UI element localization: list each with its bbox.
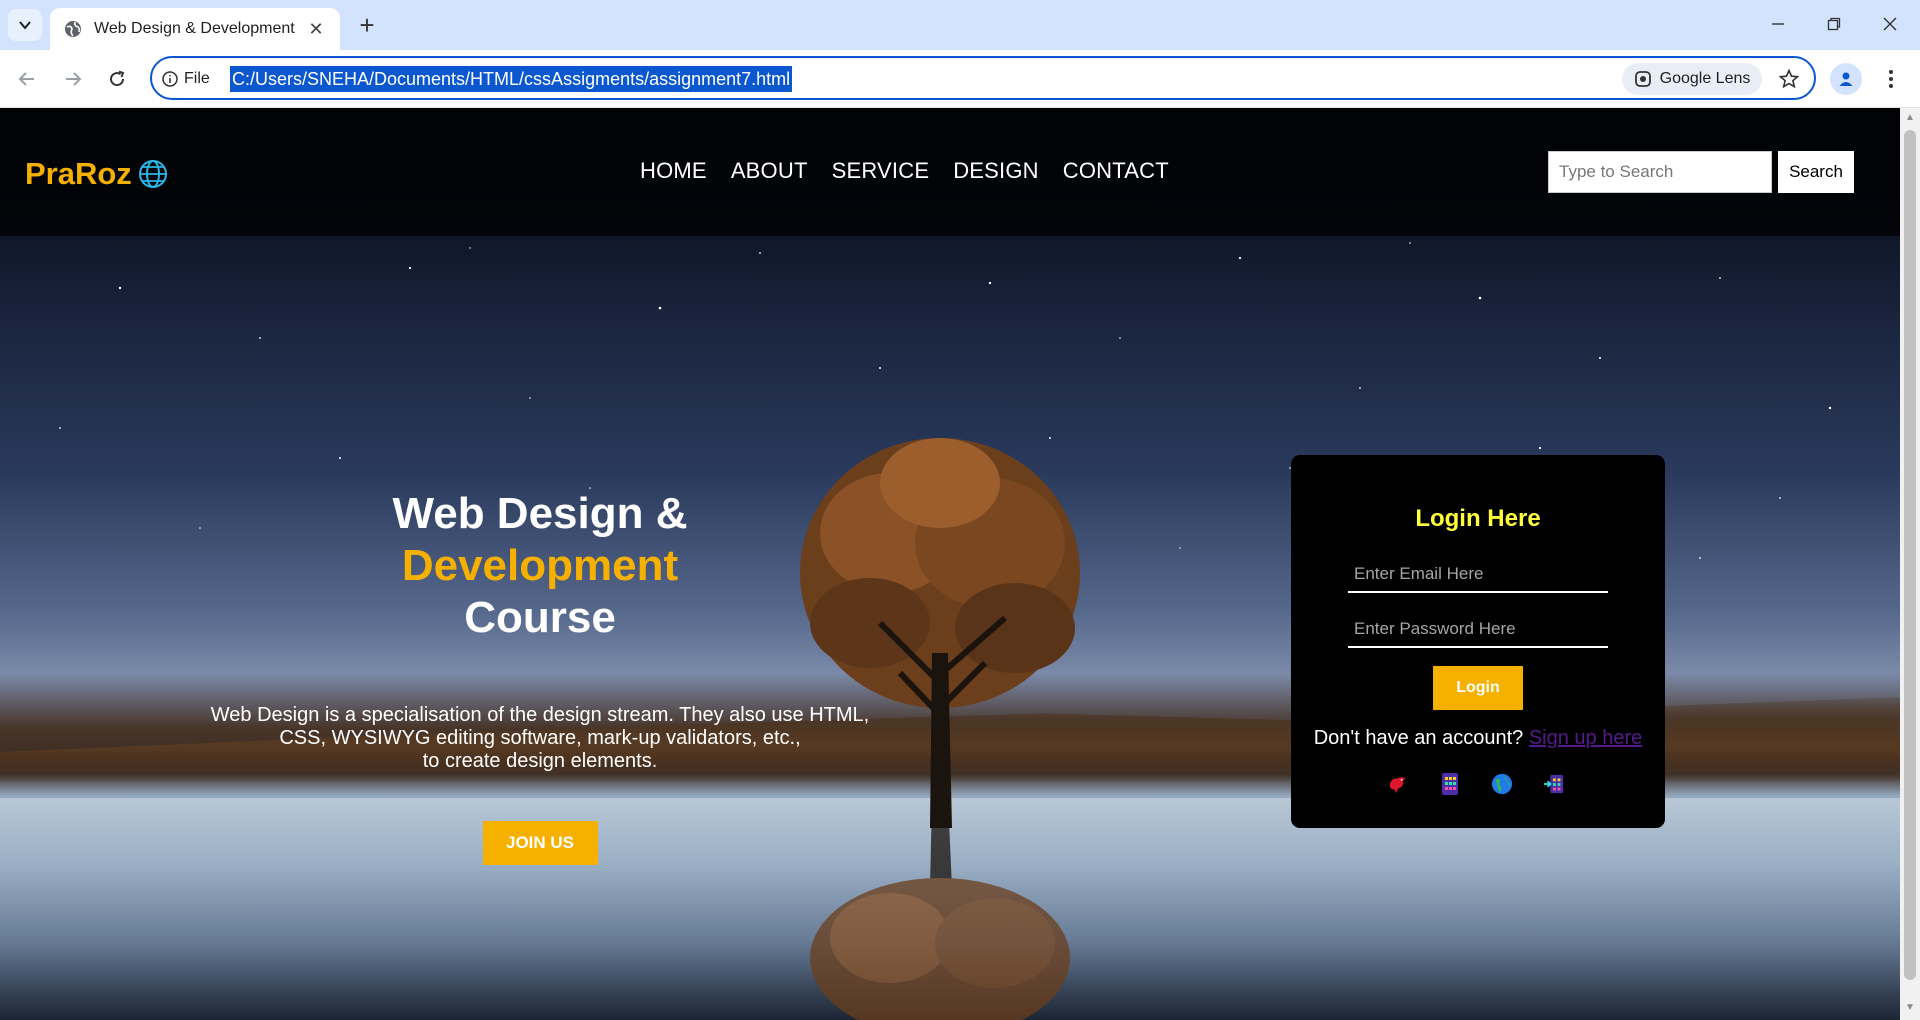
globe-icon bbox=[138, 160, 167, 188]
address-bar[interactable]: File C:/Users/SNEHA/Documents/HTML/cssAs… bbox=[150, 56, 1816, 100]
site-info-button[interactable]: File bbox=[162, 66, 210, 92]
site-search-button[interactable]: Search bbox=[1778, 151, 1854, 193]
site-search-input[interactable] bbox=[1548, 151, 1772, 193]
nav-home[interactable]: HOME bbox=[640, 158, 707, 184]
scroll-up-icon[interactable]: ▲ bbox=[1904, 112, 1916, 124]
tab-search-button[interactable] bbox=[8, 9, 42, 41]
password-field[interactable] bbox=[1348, 612, 1608, 648]
minimize-icon[interactable] bbox=[1756, 8, 1800, 40]
site-info-label: File bbox=[184, 70, 210, 87]
forward-button[interactable] bbox=[56, 62, 90, 96]
login-button[interactable]: Login bbox=[1433, 666, 1523, 710]
site-header: PraRoz HOME ABOUT SERVICE DESIGN CONTACT… bbox=[0, 108, 1900, 236]
back-button[interactable] bbox=[10, 62, 44, 96]
restore-icon[interactable] bbox=[1812, 8, 1856, 40]
hero-desc-line2: CSS, WYSIWYG editing software, mark-up v… bbox=[279, 727, 801, 749]
more-vertical-icon bbox=[1889, 70, 1893, 88]
tab-title: Web Design & Development bbox=[94, 20, 295, 37]
chevron-down-icon bbox=[19, 21, 31, 30]
nav-service[interactable]: SERVICE bbox=[832, 158, 930, 184]
google-lens-label: Google Lens bbox=[1659, 70, 1751, 87]
bookmark-button[interactable] bbox=[1774, 64, 1804, 94]
login-title: Login Here bbox=[1415, 505, 1541, 532]
profile-button[interactable] bbox=[1830, 63, 1862, 95]
lens-icon bbox=[1634, 71, 1651, 87]
signup-prompt: Don't have an account? Sign up here bbox=[1291, 727, 1665, 750]
star-icon bbox=[1779, 69, 1799, 89]
new-tab-button[interactable]: + bbox=[352, 10, 382, 40]
url-text[interactable]: C:/Users/SNEHA/Documents/HTML/cssAssigme… bbox=[230, 66, 793, 92]
hero-title-accent: Development bbox=[401, 541, 679, 590]
browser-toolbar: File C:/Users/SNEHA/Documents/HTML/cssAs… bbox=[0, 50, 1920, 108]
nav-design[interactable]: DESIGN bbox=[953, 158, 1039, 184]
close-window-icon[interactable] bbox=[1868, 8, 1912, 40]
person-icon bbox=[1839, 72, 1853, 86]
main-nav: HOME ABOUT SERVICE DESIGN CONTACT bbox=[640, 158, 1169, 184]
scroll-down-icon[interactable]: ▼ bbox=[1904, 1002, 1916, 1014]
logo-text: PraRoz bbox=[25, 156, 132, 191]
page-scrollbar[interactable]: ▲ ▼ bbox=[1900, 108, 1920, 1020]
signup-link[interactable]: Sign up here bbox=[1529, 727, 1642, 749]
arrow-right-icon bbox=[66, 72, 82, 86]
page-viewport: PraRoz HOME ABOUT SERVICE DESIGN CONTACT… bbox=[0, 108, 1900, 1020]
bird-icon[interactable] bbox=[1387, 773, 1409, 795]
nav-about[interactable]: ABOUT bbox=[731, 158, 808, 184]
globe-icon bbox=[65, 21, 81, 37]
reload-button[interactable] bbox=[100, 62, 134, 96]
grid-app-icon[interactable] bbox=[1439, 773, 1461, 795]
arrow-left-icon bbox=[18, 72, 34, 86]
reload-icon bbox=[110, 70, 125, 87]
arrow-grid-icon[interactable] bbox=[1543, 773, 1565, 795]
hero-title-line3: Course bbox=[464, 593, 616, 642]
hero-desc-line1: Web Design is a specialisation of the de… bbox=[210, 704, 870, 726]
browser-tab-bar: Web Design & Development ✕ + bbox=[0, 0, 1920, 50]
hero-title: Web Design & Development Course bbox=[200, 488, 880, 644]
close-tab-icon[interactable]: ✕ bbox=[306, 19, 326, 40]
hero-title-line1: Web Design & bbox=[392, 489, 688, 538]
hero-section: Web Design & Development Course Web Desi… bbox=[200, 488, 880, 865]
social-icons bbox=[1387, 773, 1565, 795]
login-form: Login Here Login Don't have an account? … bbox=[1291, 455, 1665, 828]
scrollbar-thumb[interactable] bbox=[1904, 130, 1916, 980]
google-lens-button[interactable]: Google Lens bbox=[1622, 63, 1762, 95]
hero-desc-line3: to create design elements. bbox=[422, 750, 658, 772]
join-us-button[interactable]: JOIN US bbox=[482, 821, 598, 865]
site-logo[interactable]: PraRoz bbox=[25, 156, 168, 192]
browser-menu-button[interactable] bbox=[1876, 63, 1906, 95]
globe-icon[interactable] bbox=[1491, 773, 1513, 795]
email-field[interactable] bbox=[1348, 557, 1608, 593]
info-icon bbox=[162, 71, 178, 87]
browser-tab[interactable]: Web Design & Development ✕ bbox=[50, 8, 340, 50]
hero-description: Web Design is a specialisation of the de… bbox=[200, 704, 880, 773]
nav-contact[interactable]: CONTACT bbox=[1063, 158, 1169, 184]
signup-prompt-text: Don't have an account? bbox=[1313, 727, 1524, 749]
